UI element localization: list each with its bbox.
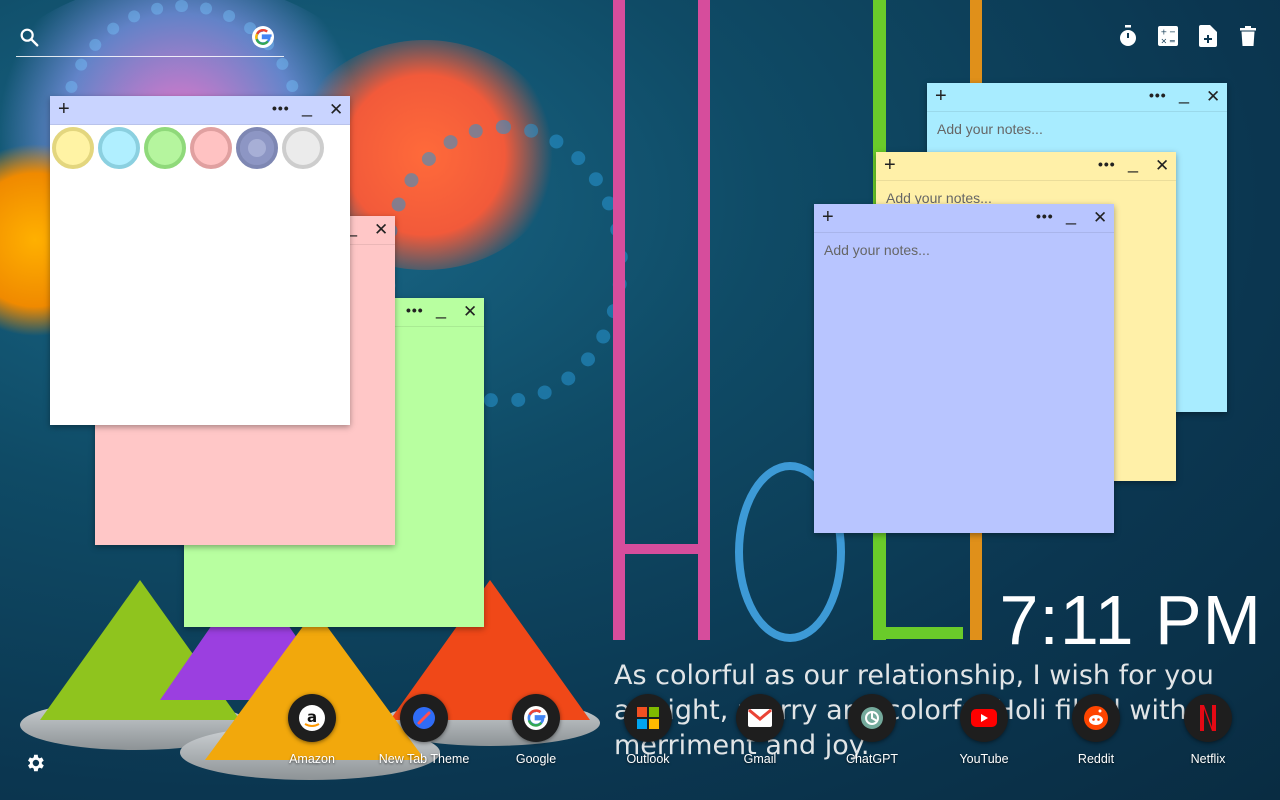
new-note-icon[interactable] [1196, 24, 1220, 48]
shortcut-youtube[interactable]: YouTube [932, 694, 1036, 766]
shortcut-new-tab-theme[interactable]: New Tab Theme [372, 694, 476, 766]
search-icon[interactable] [18, 26, 40, 53]
note-options-button[interactable]: ••• [1149, 87, 1167, 103]
trash-icon[interactable] [1236, 24, 1260, 48]
shortcut-label: Google [515, 752, 557, 766]
note-textarea[interactable] [814, 233, 1114, 533]
shortcut-label: ChatGPT [845, 752, 899, 766]
color-swatch-yellow[interactable] [52, 127, 94, 169]
minimize-note-button[interactable]: _ [1179, 84, 1189, 105]
reddit-icon [1072, 694, 1120, 742]
shortcut-label: Amazon [289, 752, 335, 766]
calculator-icon[interactable]: + − × = [1156, 24, 1180, 48]
svg-text:a: a [307, 708, 317, 726]
shortcut-label: New Tab Theme [378, 752, 470, 766]
svg-text:+: + [1161, 28, 1168, 37]
close-note-button[interactable]: ✕ [1206, 87, 1220, 107]
shortcut-dock: a Amazon New Tab Theme Google Outlook Gm… [0, 694, 1280, 774]
amazon-icon: a [288, 694, 336, 742]
note-options-button[interactable]: ••• [1098, 156, 1116, 172]
add-note-button[interactable]: + [822, 207, 834, 227]
svg-text:×: × [1161, 37, 1168, 46]
note-header[interactable]: + ••• _ ✕ [927, 83, 1227, 112]
color-swatch-cyan[interactable] [98, 127, 140, 169]
minimize-note-button[interactable]: _ [1128, 153, 1138, 174]
shortcut-amazon[interactable]: a Amazon [260, 694, 364, 766]
shortcut-outlook[interactable]: Outlook [596, 694, 700, 766]
clock: 7:11 PM [999, 581, 1262, 659]
google-icon [512, 694, 560, 742]
color-palette [50, 127, 326, 169]
netflix-icon [1184, 694, 1232, 742]
note-header[interactable]: + ••• _ ✕ [50, 96, 350, 125]
svg-text:=: = [1169, 37, 1176, 46]
color-swatch-green[interactable] [144, 127, 186, 169]
close-note-button[interactable]: ✕ [374, 220, 388, 240]
google-logo-icon[interactable] [252, 26, 274, 48]
outlook-icon [624, 694, 672, 742]
note-options-button[interactable]: ••• [1036, 208, 1054, 224]
gmail-icon [736, 694, 784, 742]
shortcut-google[interactable]: Google [484, 694, 588, 766]
minimize-note-button[interactable]: _ [1066, 205, 1076, 226]
close-note-button[interactable]: ✕ [463, 302, 477, 322]
shortcut-label: Reddit [1077, 752, 1115, 766]
color-swatch-blue[interactable] [236, 127, 278, 169]
shortcut-label: YouTube [959, 752, 1009, 766]
add-note-button[interactable]: + [884, 155, 896, 175]
sticky-note-white[interactable]: + ••• _ ✕ [50, 96, 350, 425]
shortcut-gmail[interactable]: Gmail [708, 694, 812, 766]
minimize-note-button[interactable]: _ [436, 299, 446, 320]
close-note-button[interactable]: ✕ [329, 100, 343, 120]
chatgpt-icon [848, 694, 896, 742]
color-swatch-white[interactable] [282, 127, 324, 169]
color-swatch-pink[interactable] [190, 127, 232, 169]
top-toolbar: + − × = [1116, 24, 1260, 48]
timer-icon[interactable] [1116, 24, 1140, 48]
shortcut-reddit[interactable]: Reddit [1044, 694, 1148, 766]
close-note-button[interactable]: ✕ [1155, 156, 1169, 176]
sticky-note-blue[interactable]: + ••• _ ✕ [814, 204, 1114, 533]
shortcut-label: Netflix [1190, 752, 1226, 766]
shortcut-netflix[interactable]: Netflix [1156, 694, 1260, 766]
add-note-button[interactable]: + [935, 86, 947, 106]
close-note-button[interactable]: ✕ [1093, 208, 1107, 228]
note-header[interactable]: + ••• _ ✕ [876, 152, 1176, 181]
add-note-button[interactable]: + [58, 99, 70, 119]
shortcut-label: Gmail [743, 752, 777, 766]
note-options-button[interactable]: ••• [406, 302, 424, 318]
note-header[interactable]: + ••• _ ✕ [814, 204, 1114, 233]
note-options-button[interactable]: ••• [272, 100, 290, 116]
search-bar [16, 22, 284, 57]
shortcut-chatgpt[interactable]: ChatGPT [820, 694, 924, 766]
note-textarea[interactable] [50, 175, 350, 425]
new-tab-theme-icon [400, 694, 448, 742]
settings-gear-icon[interactable] [24, 752, 48, 776]
search-input[interactable] [48, 28, 252, 52]
shortcut-label: Outlook [626, 752, 670, 766]
minimize-note-button[interactable]: _ [302, 97, 312, 118]
youtube-icon [960, 694, 1008, 742]
svg-text:−: − [1169, 28, 1176, 37]
